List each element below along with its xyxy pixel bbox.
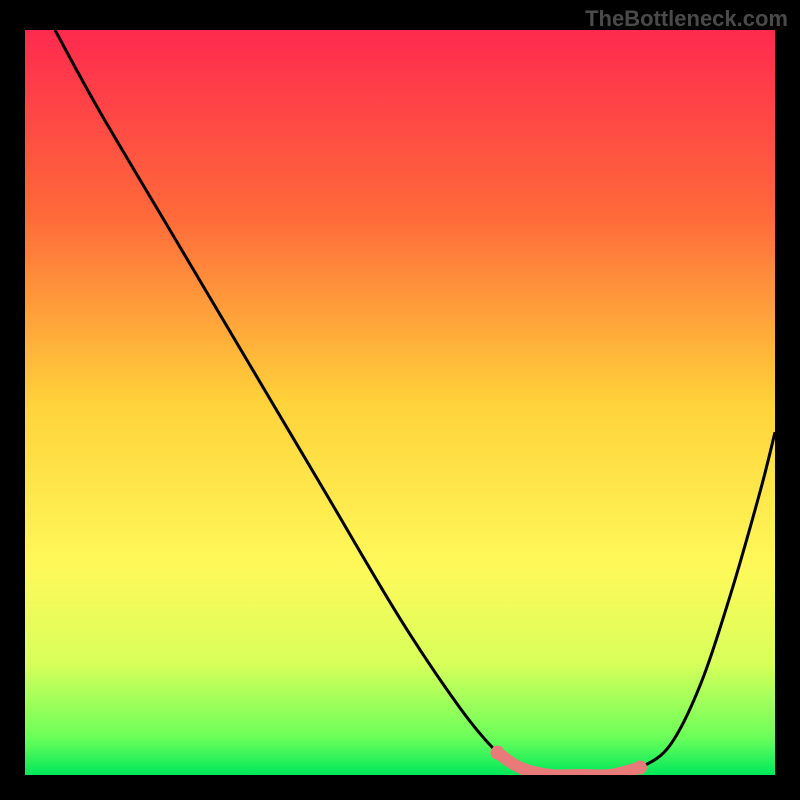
plot-area (25, 30, 775, 775)
chart-frame: TheBottleneck.com (0, 0, 800, 800)
watermark-text: TheBottleneck.com (585, 6, 788, 32)
highlight-endpoint (491, 746, 505, 760)
highlight-endpoint (633, 761, 647, 775)
chart-svg (25, 30, 775, 775)
gradient-background (25, 30, 775, 775)
